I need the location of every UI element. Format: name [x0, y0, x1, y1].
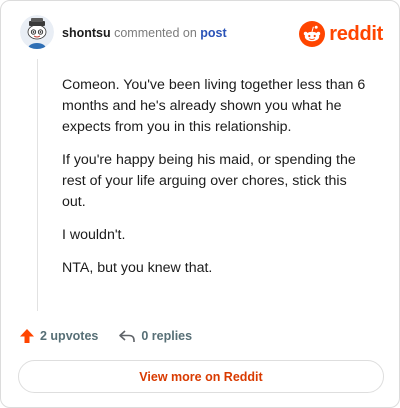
- reddit-wordmark: reddit: [329, 22, 383, 45]
- reddit-logo-icon: [299, 21, 326, 47]
- comment-embed-card: shontsu commented on post reddit Comeon.…: [0, 0, 400, 408]
- username[interactable]: shontsu: [62, 26, 111, 40]
- snoo-avatar-icon[interactable]: [20, 15, 54, 49]
- comment-paragraph: If you're happy being his maid, or spend…: [62, 152, 356, 210]
- comment-paragraph: I wouldn't.: [62, 227, 126, 243]
- comment-paragraph: NTA, but you knew that.: [62, 260, 213, 276]
- upvotes-stat[interactable]: 2 upvotes: [19, 328, 98, 344]
- comment-body: Comeon. You've been living together less…: [62, 75, 374, 291]
- replies-stat[interactable]: 0 replies: [118, 328, 192, 344]
- comment-paragraph: Comeon. You've been living together less…: [62, 77, 366, 135]
- view-more-button[interactable]: View more on Reddit: [18, 360, 384, 393]
- replies-count: 0 replies: [141, 329, 193, 343]
- action-text: commented on: [114, 26, 197, 40]
- comment-stats: 2 upvotes 0 replies: [19, 325, 192, 347]
- thread-line: [37, 59, 38, 311]
- post-link[interactable]: post: [200, 26, 226, 40]
- comment-header: shontsu commented on post reddit: [20, 15, 383, 51]
- upvote-arrow-icon: [20, 329, 34, 343]
- upvotes-count: 2 upvotes: [40, 329, 99, 343]
- reply-arrow-icon: [119, 330, 136, 342]
- comment-meta: shontsu commented on post: [62, 26, 227, 40]
- reddit-brand[interactable]: reddit: [299, 21, 383, 47]
